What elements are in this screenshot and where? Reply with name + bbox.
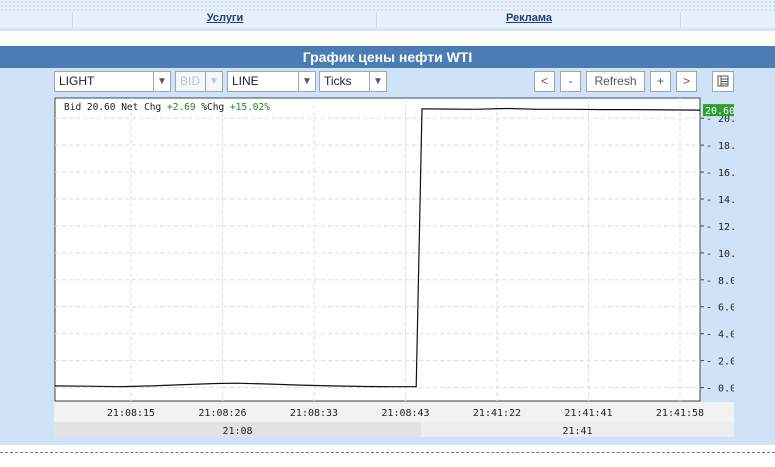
table-icon[interactable]: [712, 71, 734, 92]
refresh-button[interactable]: Refresh: [586, 71, 645, 92]
plot-area: [54, 97, 701, 402]
interval-value: Ticks: [324, 74, 352, 88]
last-value-label: 20.60: [705, 106, 734, 117]
price-chart-svg: - 0.00 - 2.00 - 4.00 - 6.00 - 8.00 - 10.00 - 1…: [54, 97, 748, 438]
x-tick-label-front: 21:08:43: [381, 408, 429, 419]
y-tick-label: - 6.00: [706, 303, 734, 314]
top-navigation: Услуги Реклама: [0, 0, 775, 31]
chart-info-part: %Chg: [201, 102, 230, 113]
y-tick-label: - 2.00: [706, 357, 734, 368]
nav-item-services[interactable]: Услуги: [72, 12, 377, 28]
x-tick-label-front: 21:41:41: [564, 408, 612, 419]
chart-info-part: +2.69: [167, 102, 201, 113]
x-group-label: 21:08: [222, 426, 252, 437]
x-tick-label-front: 21:08:33: [290, 408, 338, 419]
price-type-select: BID ▼: [175, 71, 223, 92]
chart-info-part: Net Chg: [121, 102, 167, 113]
zoom-in-button[interactable]: +: [650, 71, 671, 92]
chart-info-part: +15.02%: [230, 102, 270, 113]
chart-type-dropdown-icon[interactable]: ▼: [298, 72, 315, 91]
symbol-select[interactable]: LIGHT ▼: [54, 71, 171, 92]
prev-button[interactable]: <: [534, 71, 555, 92]
y-tick-label: - 14.00: [706, 195, 734, 206]
page-title: График цены нефти WTI: [0, 46, 775, 68]
price-type-dropdown-icon: ▼: [205, 72, 222, 91]
table-icon-glyph: [717, 75, 729, 87]
y-tick-label: - 0.00: [706, 384, 734, 395]
bottom-divider: [0, 452, 775, 453]
x-tick-label-front: 21:08:15: [107, 408, 155, 419]
x-tick-label-front: 21:08:26: [198, 408, 246, 419]
nav-item-ads[interactable]: Реклама: [376, 12, 681, 28]
price-chart[interactable]: - 0.00 - 2.00 - 4.00 - 6.00 - 8.00 - 10.00 - 1…: [54, 97, 748, 438]
next-button[interactable]: >: [676, 71, 697, 92]
nav-stripe: [0, 28, 775, 31]
x-tick-label-front: 21:41:22: [473, 408, 521, 419]
chart-type-value: LINE: [232, 74, 259, 88]
y-tick-label: - 8.00: [706, 276, 734, 287]
zoom-out-button[interactable]: -: [560, 71, 581, 92]
price-type-value: BID: [180, 74, 201, 88]
y-tick-label: - 16.00: [706, 168, 734, 179]
nav-link-ads[interactable]: Реклама: [506, 12, 552, 24]
y-tick-label: - 4.00: [706, 330, 734, 341]
chart-type-select[interactable]: LINE ▼: [227, 71, 316, 92]
nav-pattern: [0, 0, 775, 12]
symbol-dropdown-icon[interactable]: ▼: [153, 72, 170, 91]
x-tick-label-front: 21:41:58: [656, 408, 704, 419]
y-tick-label: - 10.00: [706, 249, 734, 260]
y-tick-label: - 12.00: [706, 222, 734, 233]
nav-link-services[interactable]: Услуги: [207, 12, 244, 24]
y-tick-label: - 18.00: [706, 141, 734, 152]
symbol-value: LIGHT: [59, 74, 95, 88]
interval-select[interactable]: Ticks ▼: [319, 71, 387, 92]
nav-item-empty: [680, 12, 775, 28]
x-group-label: 21:41: [562, 426, 592, 437]
interval-dropdown-icon[interactable]: ▼: [369, 72, 386, 91]
chart-info: Bid 20.60 Net Chg +2.69 %Chg +15.02%: [64, 102, 270, 113]
chart-info-part: Bid 20.60: [64, 102, 121, 113]
